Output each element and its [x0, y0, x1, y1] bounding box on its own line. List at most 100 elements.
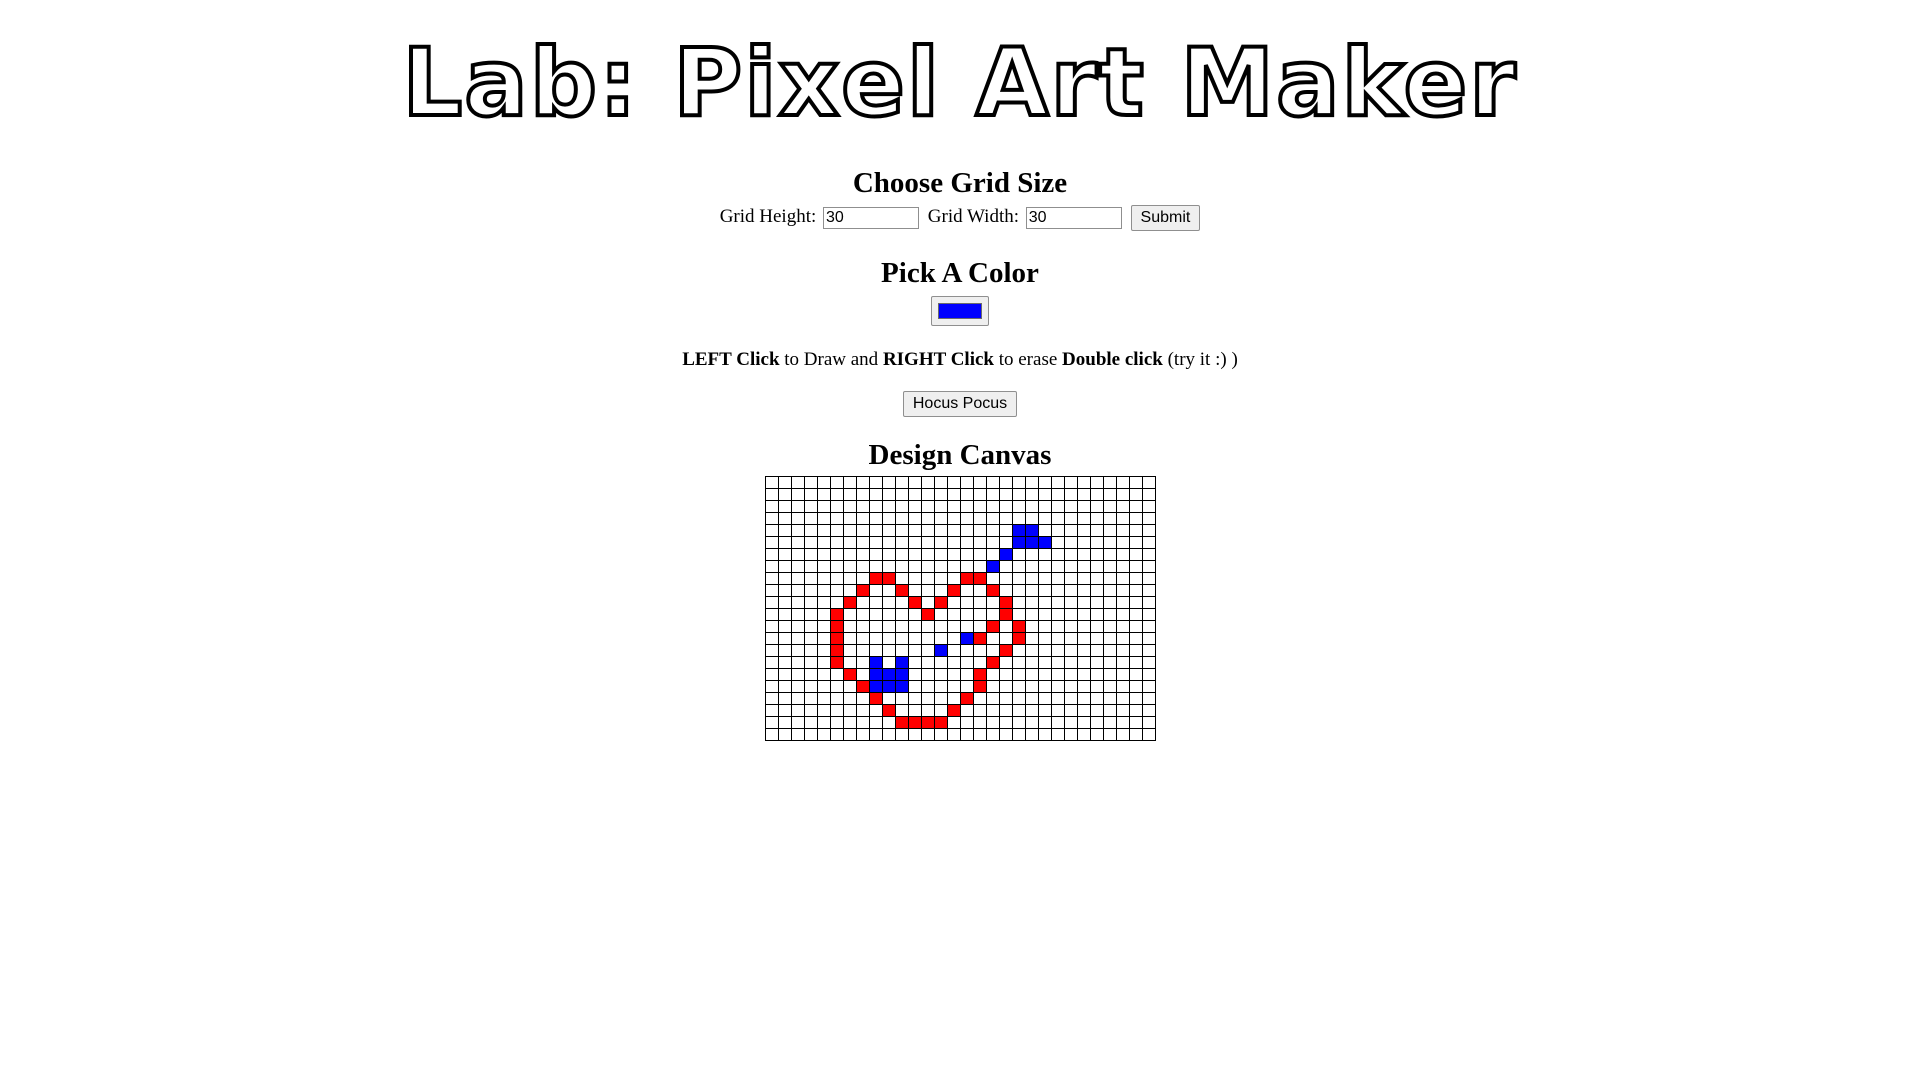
grid-cell[interactable] [1050, 512, 1065, 525]
grid-cell[interactable] [790, 656, 805, 669]
grid-cell[interactable] [1050, 524, 1065, 537]
grid-cell[interactable] [1102, 488, 1117, 501]
grid-cell[interactable] [1037, 680, 1052, 693]
grid-cell[interactable] [764, 512, 779, 525]
grid-cell[interactable] [1063, 692, 1078, 705]
grid-cell[interactable] [920, 632, 935, 645]
grid-cell[interactable] [959, 692, 974, 705]
grid-cell[interactable] [777, 536, 792, 549]
grid-cell[interactable] [907, 680, 922, 693]
grid-cell[interactable] [1076, 584, 1091, 597]
grid-cell[interactable] [1076, 548, 1091, 561]
grid-cell[interactable] [1141, 620, 1156, 633]
grid-cell[interactable] [1102, 572, 1117, 585]
grid-cell[interactable] [1011, 572, 1026, 585]
grid-cell[interactable] [1011, 704, 1026, 717]
grid-cell[interactable] [1128, 668, 1143, 681]
grid-cell[interactable] [803, 620, 818, 633]
grid-cell[interactable] [764, 584, 779, 597]
grid-cell[interactable] [1141, 584, 1156, 597]
grid-cell[interactable] [1128, 680, 1143, 693]
grid-cell[interactable] [881, 608, 896, 621]
grid-cell[interactable] [1050, 728, 1065, 741]
hocus-pocus-button[interactable]: Hocus Pocus [902, 391, 1018, 417]
grid-cell[interactable] [998, 680, 1013, 693]
grid-cell[interactable] [842, 716, 857, 729]
grid-cell[interactable] [1141, 632, 1156, 645]
grid-cell[interactable] [777, 644, 792, 657]
grid-cell[interactable] [868, 716, 883, 729]
grid-cell[interactable] [1128, 608, 1143, 621]
grid-cell[interactable] [1063, 572, 1078, 585]
grid-cell[interactable] [777, 704, 792, 717]
grid-cell[interactable] [829, 524, 844, 537]
grid-cell[interactable] [881, 632, 896, 645]
grid-cell[interactable] [1011, 548, 1026, 561]
grid-cell[interactable] [829, 608, 844, 621]
grid-cell[interactable] [1089, 728, 1104, 741]
grid-cell[interactable] [998, 500, 1013, 513]
grid-cell[interactable] [972, 692, 987, 705]
grid-cell[interactable] [881, 500, 896, 513]
grid-cell[interactable] [1011, 644, 1026, 657]
grid-cell[interactable] [1115, 572, 1130, 585]
grid-cell[interactable] [803, 488, 818, 501]
grid-cell[interactable] [1141, 656, 1156, 669]
grid-cell[interactable] [972, 500, 987, 513]
grid-cell[interactable] [1076, 728, 1091, 741]
grid-cell[interactable] [842, 512, 857, 525]
grid-cell[interactable] [1050, 656, 1065, 669]
grid-cell[interactable] [1128, 632, 1143, 645]
grid-cell[interactable] [946, 500, 961, 513]
grid-cell[interactable] [959, 668, 974, 681]
grid-cell[interactable] [1141, 680, 1156, 693]
grid-cell[interactable] [842, 692, 857, 705]
grid-cell[interactable] [933, 560, 948, 573]
submit-button[interactable]: Submit [1130, 204, 1201, 231]
grid-cell[interactable] [777, 476, 792, 489]
grid-cell[interactable] [1024, 476, 1039, 489]
grid-cell[interactable] [881, 536, 896, 549]
grid-cell[interactable] [842, 668, 857, 681]
grid-cell[interactable] [881, 680, 896, 693]
grid-cell[interactable] [894, 596, 909, 609]
grid-cell[interactable] [803, 704, 818, 717]
grid-cell[interactable] [881, 728, 896, 741]
grid-cell[interactable] [959, 644, 974, 657]
grid-cell[interactable] [959, 512, 974, 525]
grid-cell[interactable] [1128, 620, 1143, 633]
grid-cell[interactable] [998, 608, 1013, 621]
grid-cell[interactable] [1076, 632, 1091, 645]
grid-cell[interactable] [907, 692, 922, 705]
grid-cell[interactable] [855, 536, 870, 549]
grid-cell[interactable] [894, 620, 909, 633]
grid-cell[interactable] [1037, 668, 1052, 681]
grid-cell[interactable] [790, 728, 805, 741]
grid-cell[interactable] [803, 476, 818, 489]
grid-cell[interactable] [1115, 704, 1130, 717]
grid-cell[interactable] [1115, 560, 1130, 573]
grid-cell[interactable] [1024, 632, 1039, 645]
grid-cell[interactable] [933, 608, 948, 621]
grid-cell[interactable] [1128, 500, 1143, 513]
grid-cell[interactable] [1102, 716, 1117, 729]
grid-cell[interactable] [1050, 596, 1065, 609]
grid-cell[interactable] [1102, 596, 1117, 609]
grid-cell[interactable] [1128, 536, 1143, 549]
grid-cell[interactable] [933, 728, 948, 741]
grid-cell[interactable] [764, 596, 779, 609]
grid-cell[interactable] [816, 680, 831, 693]
grid-cell[interactable] [829, 488, 844, 501]
grid-cell[interactable] [1076, 668, 1091, 681]
grid-cell[interactable] [816, 500, 831, 513]
grid-cell[interactable] [907, 572, 922, 585]
grid-cell[interactable] [1115, 488, 1130, 501]
grid-cell[interactable] [855, 680, 870, 693]
grid-cell[interactable] [1037, 608, 1052, 621]
grid-cell[interactable] [1128, 512, 1143, 525]
grid-cell[interactable] [1050, 692, 1065, 705]
grid-cell[interactable] [959, 560, 974, 573]
grid-cell[interactable] [1011, 512, 1026, 525]
grid-cell[interactable] [959, 716, 974, 729]
grid-cell[interactable] [1024, 584, 1039, 597]
